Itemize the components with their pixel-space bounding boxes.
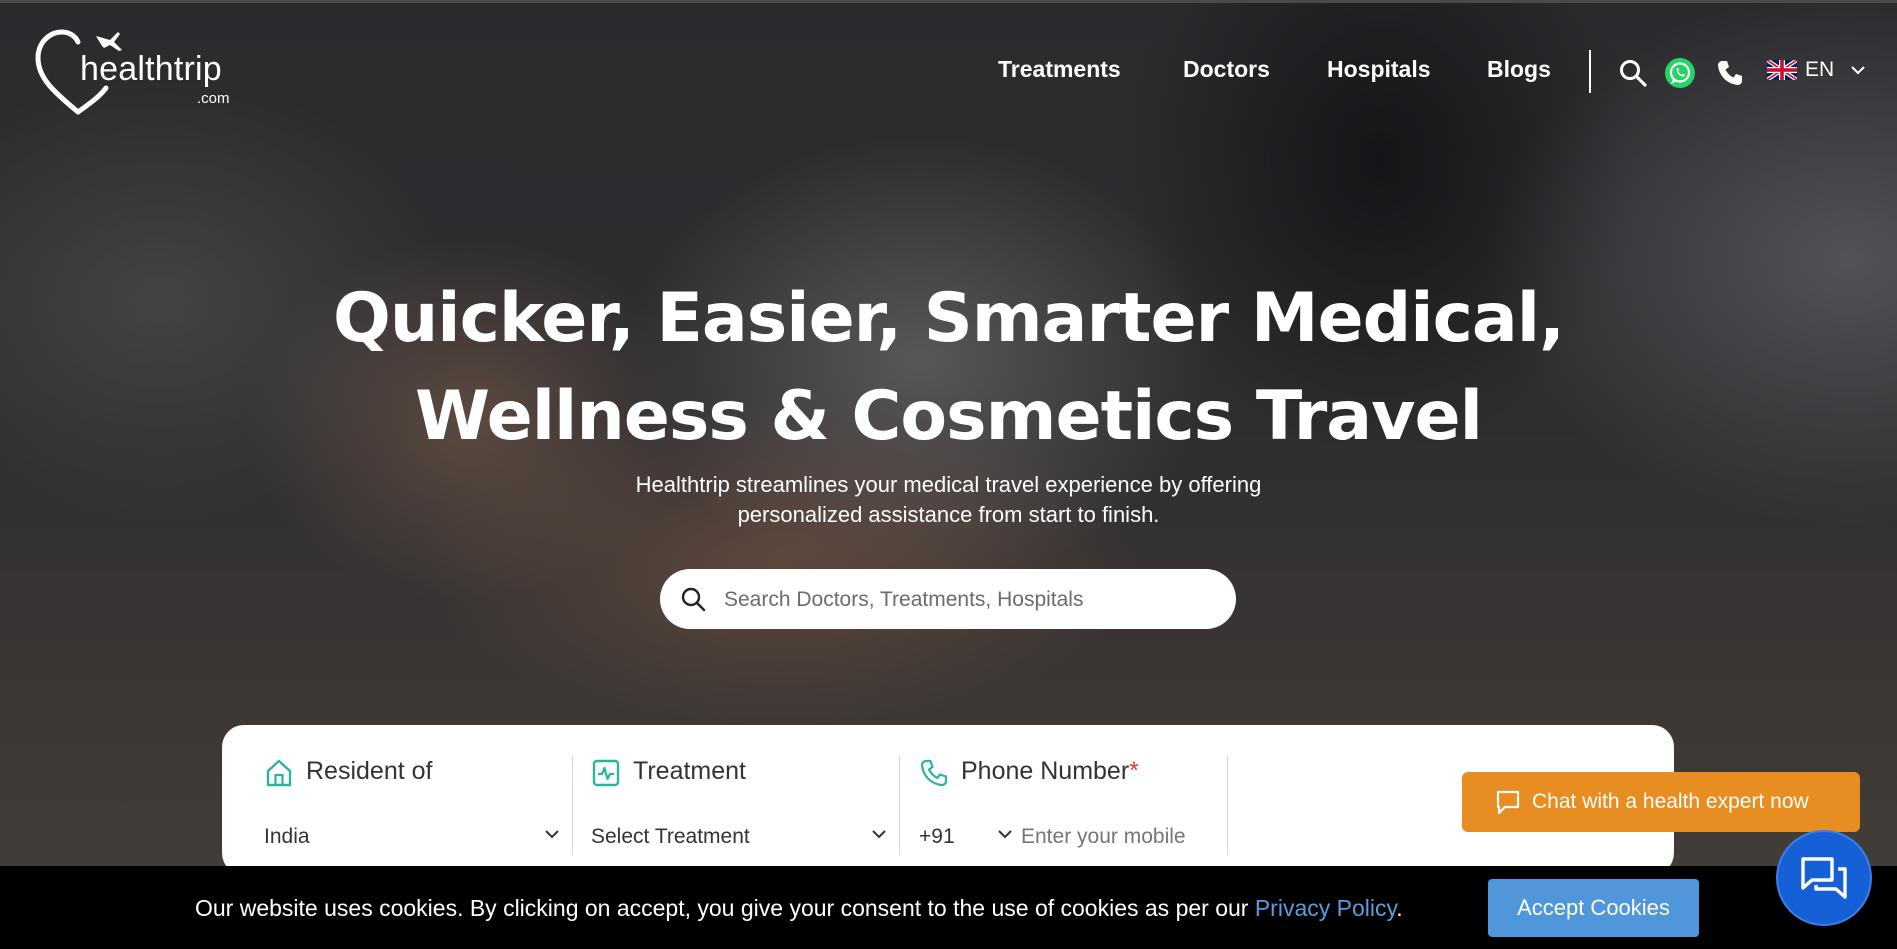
resident-field[interactable]: Resident of India (264, 725, 559, 875)
language-selector[interactable]: EN (1767, 58, 1866, 82)
hero-headline-line2: Wellness & Cosmetics Travel (415, 377, 1483, 456)
resident-label: Resident of (306, 757, 433, 785)
language-code: EN (1805, 58, 1835, 81)
phone-icon (919, 758, 949, 792)
cookie-text: Our website uses cookies. By clicking on… (195, 895, 1403, 922)
cookie-end: . (1396, 895, 1403, 921)
chat-expert-label: Chat with a health expert now (1532, 790, 1809, 813)
nav-divider (1589, 50, 1591, 93)
activity-icon (591, 758, 621, 792)
hero-subtitle-line2: personalized assistance from start to fi… (737, 502, 1160, 527)
accept-cookies-button[interactable]: Accept Cookies (1488, 879, 1699, 937)
chat-expert-button[interactable]: Chat with a health expert now (1462, 772, 1860, 832)
treatment-field[interactable]: Treatment Select Treatment (591, 725, 886, 875)
hero-subtitle: Healthtrip streamlines your medical trav… (560, 470, 1337, 530)
search-icon[interactable] (1619, 59, 1647, 91)
phone-label-text: Phone Number (961, 757, 1130, 785)
phone-icon[interactable] (1716, 59, 1744, 91)
whatsapp-icon[interactable] (1664, 57, 1696, 93)
cookie-message: Our website uses cookies. By clicking on… (195, 895, 1249, 921)
home-icon (264, 758, 294, 792)
phone-label: Phone Number* (961, 757, 1139, 786)
nav-item-blogs[interactable]: Blogs (1487, 56, 1551, 83)
hero-subtitle-line1: Healthtrip streamlines your medical trav… (635, 472, 1262, 497)
healthtrip-logo[interactable]: healthtrip .com (34, 28, 244, 116)
nav-item-hospitals[interactable]: Hospitals (1327, 56, 1431, 83)
enquiry-form-card: Resident of India Treatment Select Treat… (222, 725, 1860, 875)
logo-wordmark: healthtrip (80, 50, 222, 88)
uk-flag-icon (1767, 60, 1797, 80)
phone-field: Phone Number* +91 (919, 725, 1229, 875)
cookie-banner: Our website uses cookies. By clicking on… (0, 866, 1897, 949)
resident-value: India (264, 825, 310, 848)
required-mark: * (1129, 757, 1139, 785)
treatment-value: Select Treatment (591, 825, 750, 848)
country-code[interactable]: +91 (919, 825, 955, 849)
chat-fab-button[interactable] (1776, 830, 1872, 926)
nav-item-treatments[interactable]: Treatments (998, 56, 1121, 83)
mobile-number-input[interactable] (1019, 819, 1223, 855)
chevron-down-icon (872, 830, 886, 839)
chat-icon (1801, 857, 1847, 899)
hero-headline: Quicker, Easier, Smarter Medical, Wellne… (0, 270, 1897, 466)
logo-suffix: .com (197, 90, 230, 107)
chevron-down-icon (1851, 66, 1865, 75)
field-divider (1227, 755, 1228, 855)
chevron-down-icon[interactable] (997, 829, 1013, 839)
top-border (0, 0, 1897, 3)
chat-bubble-icon (1496, 790, 1520, 815)
hero-search-bar[interactable] (660, 569, 1236, 631)
nav-item-doctors[interactable]: Doctors (1183, 56, 1270, 83)
field-divider (899, 755, 900, 855)
hero-headline-line1: Quicker, Easier, Smarter Medical, (333, 279, 1565, 358)
chevron-down-icon (545, 830, 559, 839)
privacy-policy-link[interactable]: Privacy Policy (1255, 895, 1396, 921)
hero-search-input[interactable] (722, 569, 1226, 631)
treatment-label: Treatment (633, 757, 747, 785)
search-icon (681, 587, 706, 612)
field-divider (572, 755, 573, 855)
